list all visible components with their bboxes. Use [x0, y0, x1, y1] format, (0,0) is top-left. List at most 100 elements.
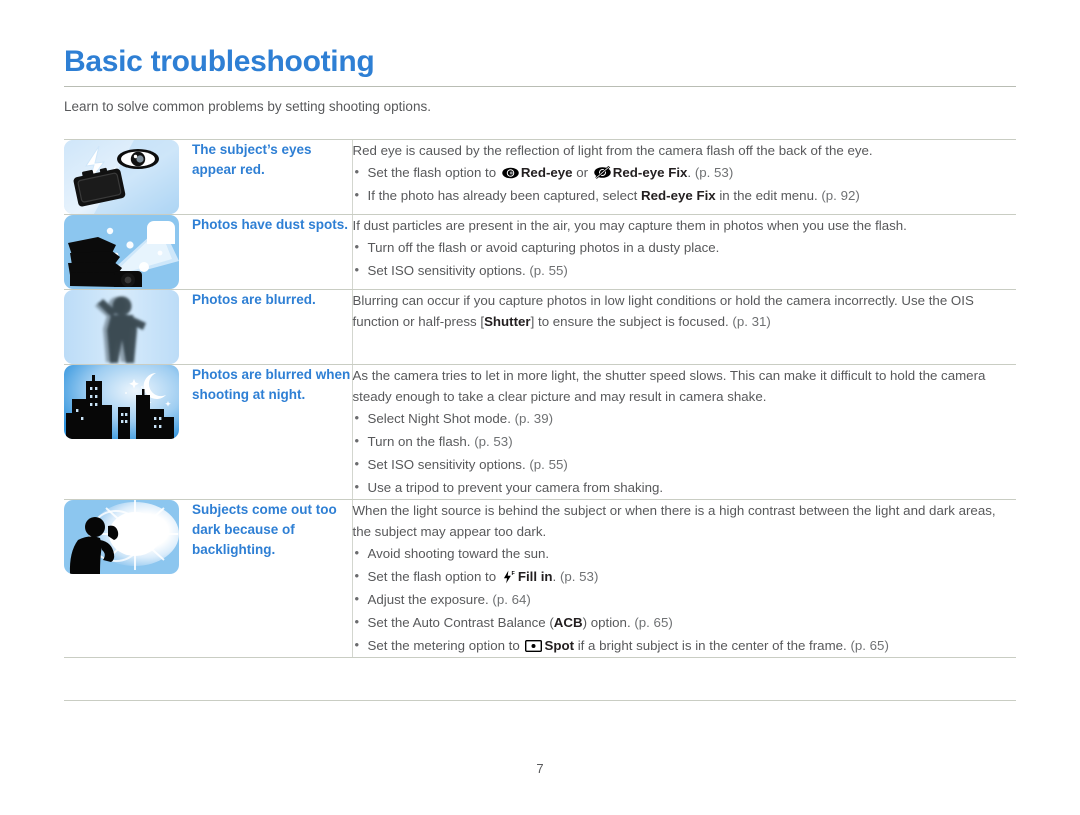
- symptom-cell: Photos are blurred.: [192, 290, 353, 364]
- symptom-cell: The subject’s eyes appear red.: [192, 140, 353, 214]
- page-reference: (p. 39): [514, 411, 554, 426]
- emphasis-text: Red-eye: [520, 165, 573, 180]
- page-reference: (p. 31): [732, 314, 771, 329]
- fill-in-flash-icon: F: [502, 570, 516, 584]
- body-text: or: [572, 165, 592, 180]
- body-text: Avoid shooting toward the sun.: [367, 546, 550, 561]
- body-text: Adjust the exposure.: [367, 592, 493, 607]
- solution-cell: If dust particles are present in the air…: [352, 215, 1016, 289]
- page-reference: (p. 55): [529, 457, 568, 472]
- symptom-cell: Photos are blurred when shooting at nigh…: [192, 365, 353, 499]
- solution-bullet-list: Set the flash option to Red-eye or Red-e…: [353, 160, 1017, 207]
- body-text: Set the flash option to: [367, 569, 500, 584]
- symptom-text: Photos are blurred when shooting at nigh…: [192, 367, 351, 402]
- solution-intro: Blurring can occur if you capture photos…: [353, 290, 1017, 332]
- svg-text:F: F: [511, 571, 515, 577]
- body-text: Set ISO sensitivity options.: [367, 263, 530, 278]
- red-eye-flash-illustration: [64, 140, 179, 214]
- body-text: .: [687, 165, 695, 180]
- solution-intro: As the camera tries to let in more light…: [352, 368, 986, 404]
- solution-cell: Blurring can occur if you capture photos…: [352, 290, 1016, 364]
- page-reference: (p. 65): [634, 615, 673, 630]
- night-cityscape-illustration: [64, 365, 179, 439]
- body-text: Turn on the flash.: [367, 434, 475, 449]
- solution-intro: If dust particles are present in the air…: [352, 218, 907, 233]
- illustration-cell: [64, 500, 192, 657]
- table-row: Photos are blurred when shooting at nigh…: [64, 365, 1016, 499]
- list-item: Set the flash option to FFill in. (p. 53…: [353, 564, 1017, 588]
- list-item: Adjust the exposure. (p. 64): [353, 587, 1017, 611]
- body-text: If the photo has already been captured, …: [367, 188, 642, 203]
- list-item: If the photo has already been captured, …: [353, 183, 1017, 207]
- solution-intro: When the light source is behind the subj…: [352, 503, 996, 539]
- symptom-cell: Photos have dust spots.: [192, 215, 353, 289]
- emphasis-text: Red-eye Fix: [641, 188, 716, 203]
- solution-bullet-list: Select Night Shot mode. (p. 39)Turn on t…: [353, 406, 1017, 499]
- page-reference: (p. 55): [529, 263, 568, 278]
- symptom-text: The subject’s eyes appear red.: [192, 142, 312, 177]
- body-text: Use a tripod to prevent your camera from…: [367, 480, 664, 495]
- solution-cell: As the camera tries to let in more light…: [352, 365, 1016, 499]
- body-text: Set the metering option to: [367, 638, 524, 653]
- red-eye-icon: [502, 167, 519, 179]
- illustration-cell: [64, 290, 192, 364]
- spot-metering-icon: [525, 640, 543, 652]
- list-item: Avoid shooting toward the sun.: [353, 541, 1017, 565]
- body-text: Turn off the flash or avoid capturing ph…: [367, 240, 720, 255]
- solution-bullet-list: Turn off the flash or avoid capturing ph…: [353, 235, 1017, 282]
- symptom-cell: Subjects come out too dark because of ba…: [192, 500, 353, 657]
- body-text: Set the Auto Contrast Balance (: [367, 615, 554, 630]
- list-item: Set the Auto Contrast Balance (ACB) opti…: [353, 610, 1017, 634]
- body-text: Set ISO sensitivity options.: [367, 457, 530, 472]
- emphasis-text: Shutter: [484, 314, 531, 329]
- illustration-cell: [64, 215, 192, 289]
- table-row: Photos are blurred. Blurring can occur if…: [64, 290, 1016, 364]
- page-subtitle: Learn to solve common problems by settin…: [64, 99, 431, 114]
- header: Basic troubleshooting Learn to solve com…: [64, 44, 1016, 116]
- list-item: Set the flash option to Red-eye or Red-e…: [353, 160, 1017, 184]
- page-reference: (p. 53): [694, 165, 734, 180]
- body-text: Set the flash option to: [367, 165, 500, 180]
- title-divider: [64, 86, 1016, 87]
- illustration-cell: [64, 365, 192, 499]
- symptom-text: Photos are blurred.: [192, 292, 316, 307]
- document-page: Basic troubleshooting Learn to solve com…: [0, 0, 1080, 815]
- backlighting-illustration: [64, 500, 179, 574]
- solution-cell: When the light source is behind the subj…: [352, 500, 1016, 657]
- table-row: Photos have dust spots. If dust particles…: [64, 215, 1016, 289]
- body-text: ) option.: [582, 615, 635, 630]
- page-reference: (p. 64): [492, 592, 531, 607]
- list-item: Turn off the flash or avoid capturing ph…: [353, 235, 1017, 259]
- blurred-person-illustration: [64, 290, 179, 364]
- list-item: Set ISO sensitivity options. (p. 55): [353, 452, 1017, 476]
- body-text: ] to ensure the subject is focused.: [530, 314, 733, 329]
- emphasis-text: ACB: [553, 615, 583, 630]
- footer-divider: [64, 700, 1016, 701]
- list-item: Use a tripod to prevent your camera from…: [353, 475, 1017, 499]
- page-reference: (p. 53): [474, 434, 513, 449]
- troubleshooting-table: The subject’s eyes appear red. Red eye is…: [64, 139, 1016, 658]
- body-text: in the edit menu.: [715, 188, 822, 203]
- red-eye-fix-icon: [594, 166, 611, 179]
- list-item: Turn on the flash. (p. 53): [353, 429, 1017, 453]
- page-reference: (p. 53): [559, 569, 599, 584]
- emphasis-text: Spot: [544, 638, 575, 653]
- page-title: Basic troubleshooting: [64, 45, 375, 78]
- table-row: The subject’s eyes appear red. Red eye is…: [64, 140, 1016, 214]
- list-item: Select Night Shot mode. (p. 39): [353, 406, 1017, 430]
- illustration-cell: [64, 140, 192, 214]
- solution-bullet-list: Avoid shooting toward the sun. Set the fl…: [353, 541, 1017, 657]
- symptom-text: Photos have dust spots.: [192, 217, 349, 232]
- page-reference: (p. 65): [850, 638, 889, 653]
- dust-spots-illustration: [64, 215, 179, 289]
- solution-intro: Red eye is caused by the reflection of l…: [352, 143, 873, 158]
- row-divider: [64, 657, 1016, 658]
- emphasis-text: Red-eye Fix: [612, 165, 688, 180]
- solution-cell: Red eye is caused by the reflection of l…: [352, 140, 1016, 214]
- page-number: 7: [536, 761, 544, 776]
- body-text: Select Night Shot mode.: [367, 411, 515, 426]
- body-text: if a bright subject is in the center of …: [574, 638, 851, 653]
- page-reference: (p. 92): [821, 188, 860, 203]
- body-text: .: [552, 569, 560, 584]
- symptom-text: Subjects come out too dark because of ba…: [192, 502, 337, 557]
